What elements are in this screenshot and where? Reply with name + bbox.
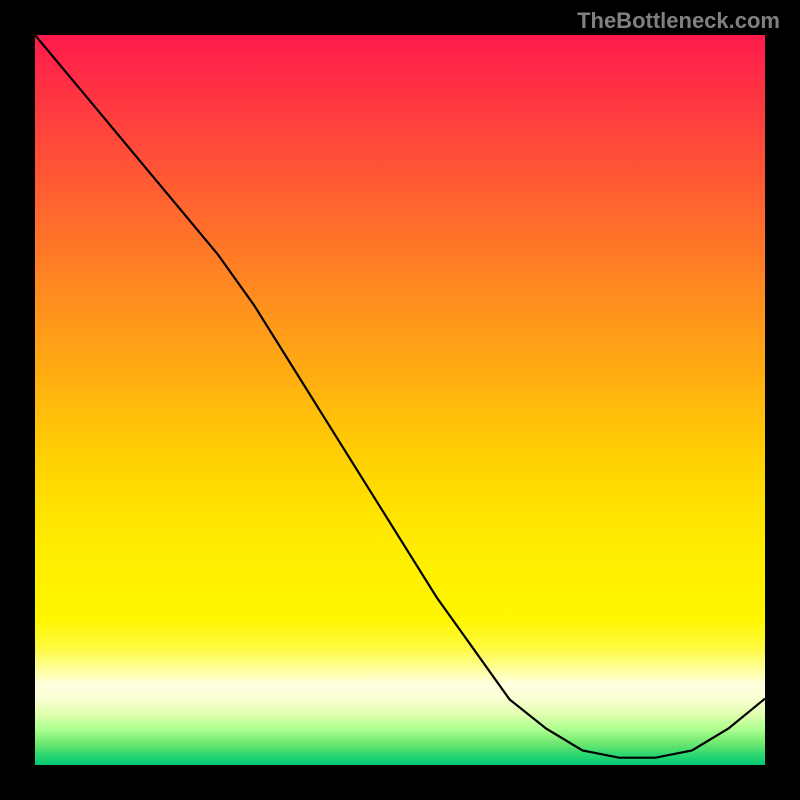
plot-area xyxy=(35,35,765,765)
line-chart-svg xyxy=(35,35,765,765)
data-curve xyxy=(35,35,765,758)
watermark-text: TheBottleneck.com xyxy=(577,8,780,34)
